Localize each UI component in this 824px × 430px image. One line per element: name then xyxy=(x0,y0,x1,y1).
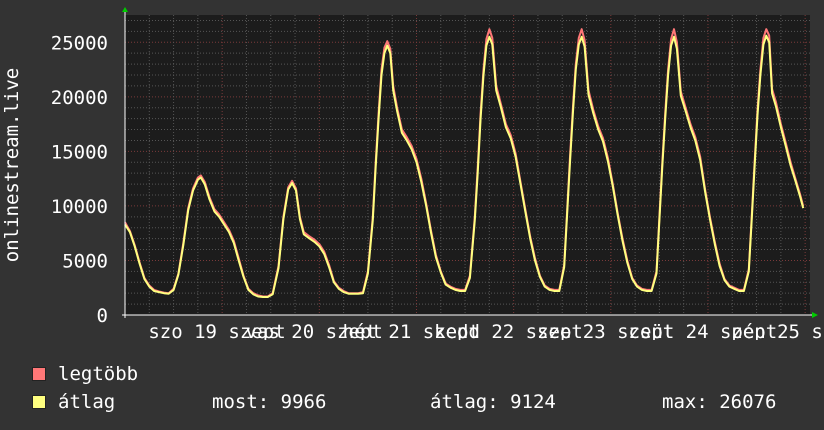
y-tick-label: 20000 xyxy=(51,87,108,109)
legend-avg-swatch xyxy=(32,395,46,409)
y-tick-label: 10000 xyxy=(51,196,108,218)
y-tick-labels: 0 5000 10000 15000 20000 25000 xyxy=(51,32,108,327)
y-tick-label: 0 xyxy=(97,305,108,327)
y-tick-label: 15000 xyxy=(51,141,108,163)
stat-now: most: 9966 xyxy=(212,391,327,413)
legend-avg-label: átlag xyxy=(58,391,116,413)
x-axis-arrow-icon xyxy=(812,312,818,318)
stat-average: átlag: 9124 xyxy=(430,391,556,413)
stream-chart: 0 5000 10000 15000 20000 25000 szo 19 szeptva… xyxy=(1,7,824,340)
x-tick-labels: szo 19 szeptvas 20 szepthét 21 szeptkedd… xyxy=(148,321,824,340)
legend-max: legtöbb xyxy=(32,363,138,385)
x-tick-label: pén 25 szept xyxy=(731,321,824,340)
y-axis-arrow-icon xyxy=(122,7,128,12)
plot-area xyxy=(125,15,810,315)
legend-avg: átlag xyxy=(32,391,115,413)
legend-max-swatch xyxy=(32,367,46,381)
y-axis-label: onlinestream.live xyxy=(1,68,23,262)
y-tick-label: 25000 xyxy=(51,32,108,54)
y-tick-label: 5000 xyxy=(62,250,108,272)
stat-max: max: 26076 xyxy=(662,391,777,413)
legend-max-label: legtöbb xyxy=(58,363,139,385)
